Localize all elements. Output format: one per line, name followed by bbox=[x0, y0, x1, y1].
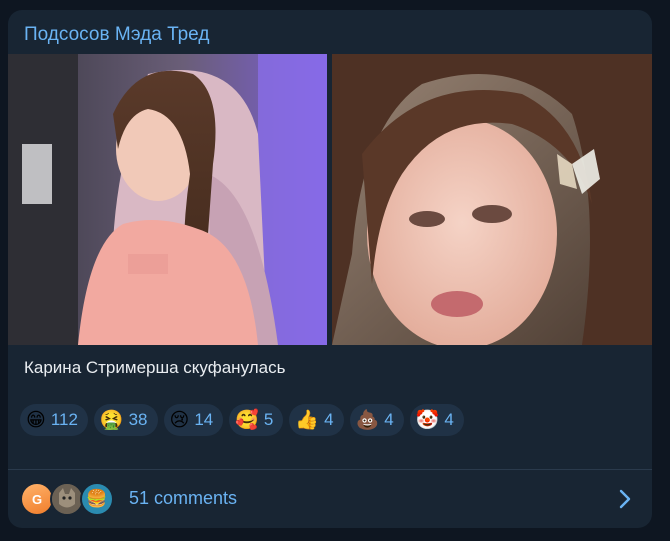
reaction-count: 4 bbox=[444, 410, 454, 429]
avatar bbox=[50, 482, 84, 516]
reaction-count: 14 bbox=[194, 410, 214, 429]
channel-post: Подсосов Мэда Тред Карина Стримерша скуф… bbox=[8, 10, 652, 528]
avatar-letter: G bbox=[31, 491, 43, 507]
reaction-count: 4 bbox=[324, 410, 334, 429]
reaction-thumbs-up[interactable]: 👍 4 bbox=[289, 404, 344, 436]
reaction-cry[interactable]: 😢 14 bbox=[163, 404, 224, 436]
photo-streamer-closeup[interactable] bbox=[332, 54, 652, 345]
channel-title[interactable]: Подсосов Мэда Тред bbox=[24, 23, 209, 47]
reaction-count: 112 bbox=[50, 410, 78, 429]
reaction-count: 38 bbox=[128, 410, 148, 429]
reaction-count: 5 bbox=[263, 410, 274, 429]
reaction-grin[interactable]: 😁 112 bbox=[20, 404, 88, 436]
photo-streamer-chair[interactable] bbox=[8, 54, 327, 345]
thumbs-up-icon: 👍 bbox=[295, 408, 320, 431]
photo-right-image bbox=[332, 54, 652, 345]
clown-emoji-icon: 🤡 bbox=[415, 408, 440, 431]
cry-emoji-icon: 😢 bbox=[169, 408, 190, 431]
reaction-count: 4 bbox=[384, 410, 394, 429]
reaction-poop[interactable]: 💩 4 bbox=[349, 404, 404, 436]
reaction-vomit[interactable]: 🤮 38 bbox=[93, 404, 158, 436]
commenter-avatars: G 🍔 bbox=[20, 482, 116, 516]
love-emoji-icon: 🥰 bbox=[235, 408, 259, 431]
reaction-clown[interactable]: 🤡 4 bbox=[409, 404, 464, 436]
avatar: G bbox=[20, 482, 54, 516]
comments-count-label: 51 comments bbox=[129, 488, 238, 508]
grin-emoji-icon: 😁 bbox=[26, 408, 46, 431]
burger-icon: 🍔 bbox=[86, 489, 108, 508]
vomit-emoji-icon: 🤮 bbox=[99, 408, 124, 431]
reactions-bar: 😁 112 🤮 38 😢 14 🥰 5 👍 4 💩 4 🤡 4 bbox=[20, 404, 464, 436]
post-caption: Карина Стримерша скуфанулась bbox=[24, 358, 286, 377]
media-album bbox=[8, 54, 652, 345]
avatar: 🍔 bbox=[80, 482, 114, 516]
chevron-right-icon bbox=[619, 489, 631, 509]
comments-button[interactable]: G 🍔 51 comments bbox=[8, 470, 652, 528]
poop-emoji-icon: 💩 bbox=[355, 408, 380, 431]
photo-left-image bbox=[8, 54, 327, 345]
cat-photo-icon bbox=[52, 484, 82, 514]
reaction-love[interactable]: 🥰 5 bbox=[229, 404, 284, 436]
